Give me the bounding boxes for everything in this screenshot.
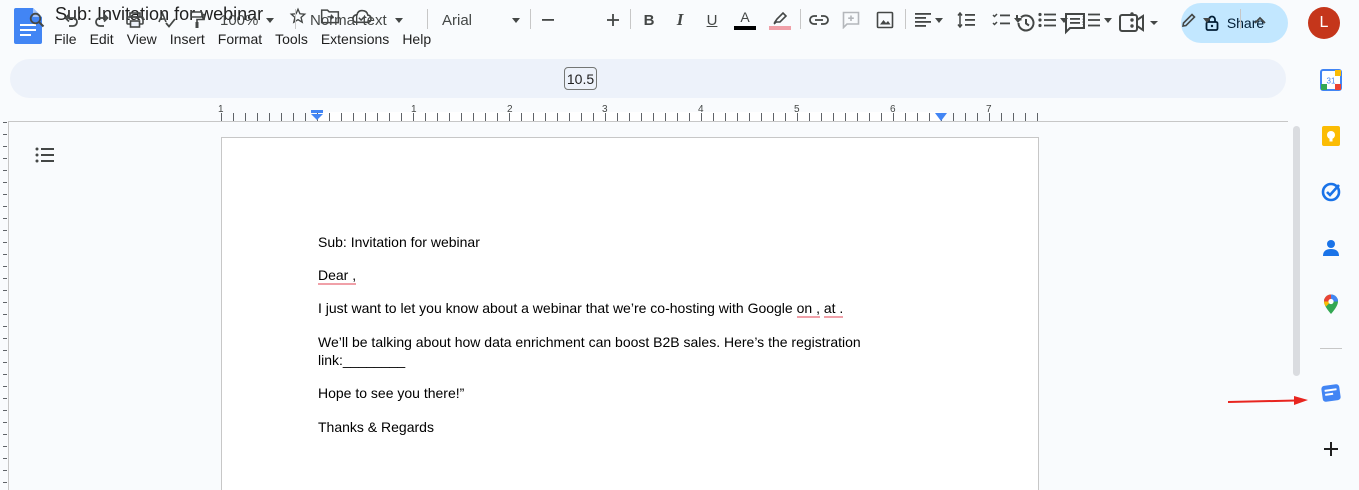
checklist-menu[interactable]	[988, 7, 1026, 33]
numbered-list-icon: 123	[1082, 13, 1100, 28]
toolbar-divider	[295, 9, 296, 29]
chevron-down-icon	[1203, 17, 1211, 23]
doc-line-signoff[interactable]: Thanks & Regards	[318, 418, 434, 436]
ruler-label: 6	[890, 104, 896, 115]
spelling-suggestion[interactable]: on ,	[796, 300, 820, 318]
decrease-font-size-icon[interactable]	[538, 7, 558, 33]
ruler-label: 2	[507, 104, 513, 115]
pencil-icon	[1182, 13, 1196, 27]
toolbar-divider	[905, 9, 906, 29]
tasks-icon[interactable]	[1320, 181, 1342, 203]
toolbar-divider	[1240, 9, 1241, 29]
doc-line-subject[interactable]: Sub: Invitation for webinar	[318, 233, 480, 251]
insert-link-icon[interactable]	[808, 7, 830, 33]
add-comment-icon[interactable]	[840, 7, 862, 33]
spelling-suggestion[interactable]: at .	[823, 300, 844, 318]
editing-mode-menu[interactable]	[1176, 7, 1216, 33]
numbered-list-menu[interactable]: 123	[1078, 7, 1116, 33]
chevron-down-icon	[394, 17, 403, 23]
line-spacing-icon[interactable]	[955, 7, 977, 33]
toolbar-divider	[427, 9, 428, 29]
paint-format-icon[interactable]	[186, 7, 208, 33]
chevron-down-icon	[266, 17, 275, 23]
doc-text-run: I just want to let you know about a webi…	[318, 300, 797, 316]
addon-icon[interactable]	[1320, 382, 1342, 404]
insert-image-icon[interactable]	[874, 7, 896, 33]
svg-text:31: 31	[1327, 77, 1336, 86]
chevron-down-icon	[1104, 17, 1112, 23]
svg-text:3: 3	[1082, 24, 1085, 28]
doc-line-link[interactable]: link:________	[318, 351, 405, 369]
formatting-toolbar	[10, 59, 1286, 98]
spelling-suggestion[interactable]: Dear ,	[318, 267, 357, 285]
account-avatar[interactable]: L	[1308, 7, 1340, 39]
ruler-label: 1	[218, 104, 224, 115]
more-options-icon[interactable]	[1122, 7, 1142, 33]
horizontal-ruler[interactable]	[221, 113, 1038, 121]
toolbar-divider	[530, 9, 531, 29]
font-select[interactable]: Arial	[442, 7, 522, 33]
doc-line-intro[interactable]: I just want to let you know about a webi…	[318, 299, 844, 318]
zoom-value: 100%	[220, 11, 259, 29]
scrollbar-thumb[interactable]	[1293, 126, 1300, 376]
redo-icon[interactable]	[91, 7, 113, 33]
ruler-divider	[8, 121, 1288, 122]
undo-icon[interactable]	[60, 7, 82, 33]
vertical-ruler[interactable]	[0, 122, 8, 490]
ruler-label: 1	[411, 104, 417, 115]
underline-icon[interactable]: U	[702, 7, 722, 33]
toolbar-divider	[800, 9, 801, 29]
ruler-divider	[8, 122, 9, 490]
italic-icon[interactable]: I	[670, 7, 690, 33]
ruler-label: 7	[986, 104, 992, 115]
style-select[interactable]: Normal text	[310, 7, 420, 33]
chevron-down-icon	[1060, 17, 1068, 23]
chevron-down-icon	[1014, 17, 1022, 23]
ruler-label: 4	[698, 104, 704, 115]
bulleted-list-icon	[1038, 12, 1056, 28]
ruler-label: 5	[794, 104, 800, 115]
ruler-label: 3	[602, 104, 608, 115]
chevron-down-icon	[935, 17, 943, 23]
left-indent-marker-icon[interactable]	[311, 110, 323, 120]
font-value: Arial	[442, 11, 473, 29]
checklist-icon	[992, 13, 1010, 26]
toolbar-divider	[630, 9, 631, 29]
chevron-down-icon	[512, 17, 520, 23]
align-left-icon	[915, 13, 931, 27]
doc-line-closing[interactable]: Hope to see you there!”	[318, 384, 464, 402]
highlight-color-icon[interactable]	[768, 7, 792, 33]
annotation-arrow-icon	[1227, 396, 1308, 405]
side-panel-divider	[1320, 348, 1342, 349]
bulleted-list-menu[interactable]	[1034, 7, 1072, 33]
add-icon[interactable]	[1320, 438, 1342, 460]
zoom-select[interactable]: 100%	[220, 7, 290, 33]
text-color-icon[interactable]: A	[733, 7, 757, 33]
align-menu[interactable]	[912, 7, 946, 33]
maps-icon[interactable]	[1320, 293, 1342, 315]
search-menus-icon[interactable]	[26, 7, 48, 33]
spellcheck-icon[interactable]	[156, 7, 178, 33]
doc-line-greeting[interactable]: Dear ,	[318, 266, 357, 285]
style-value: Normal text	[310, 11, 387, 29]
doc-line-body[interactable]: We’ll be talking about how data enrichme…	[318, 333, 861, 351]
increase-font-size-icon[interactable]	[603, 7, 623, 33]
collapse-menus-icon[interactable]	[1250, 7, 1270, 33]
document-outline-icon[interactable]	[34, 144, 56, 166]
calendar-icon[interactable]: 31	[1320, 69, 1342, 91]
font-size-input[interactable]: 10.5	[564, 67, 597, 90]
right-indent-marker-icon[interactable]	[935, 113, 947, 121]
keep-icon[interactable]	[1320, 125, 1342, 147]
print-icon[interactable]	[124, 7, 146, 33]
bold-icon[interactable]: B	[639, 7, 659, 33]
contacts-icon[interactable]	[1320, 237, 1342, 259]
